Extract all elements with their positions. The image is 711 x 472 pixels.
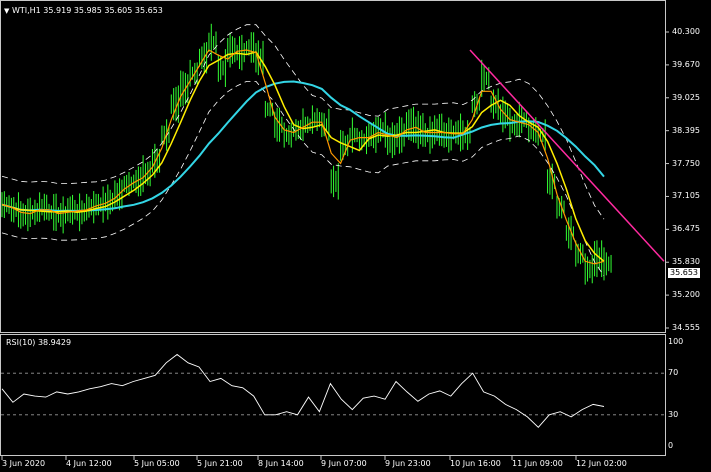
rsi-label: RSI(10) 38.9429 xyxy=(6,338,72,347)
price-tick-label: 35.200 xyxy=(672,290,700,300)
current-price-tag: 35.653 xyxy=(668,268,700,278)
rsi-tick-label: 0 xyxy=(668,441,674,450)
time-tick-label: 5 Jun 05:00 xyxy=(134,459,180,468)
time-tick-label: 8 Jun 14:00 xyxy=(258,459,304,468)
ma-slow-line xyxy=(1,80,605,212)
ohlc-label: 35.919 35.985 35.605 35.653 xyxy=(43,6,163,15)
time-tick-label: 11 Jun 09:00 xyxy=(512,459,563,468)
triangle-down-icon: ▼ xyxy=(4,7,10,15)
price-tick-label: 39.670 xyxy=(672,59,700,69)
rsi-tick-label: 30 xyxy=(668,409,679,419)
time-tick-label: 10 Jun 16:00 xyxy=(450,459,501,468)
time-tick-label: 12 Jun 02:00 xyxy=(576,459,627,468)
price-tick-label: 35.830 xyxy=(672,257,700,267)
time-tick-label: 9 Jun 07:00 xyxy=(321,459,367,468)
time-tick-label: 3 Jun 2020 xyxy=(2,459,46,468)
chart-header: ▼ WTI,H1 35.919 35.985 35.605 35.653 xyxy=(4,6,163,16)
price-tick-label: 40.300 xyxy=(672,27,700,36)
symbol-label: WTI,H1 xyxy=(11,6,41,15)
price-tick-label: 39.025 xyxy=(672,92,700,102)
price-tick-label: 37.750 xyxy=(672,158,700,168)
time-tick-label: 4 Jun 12:00 xyxy=(66,459,112,468)
price-tick-label: 38.395 xyxy=(672,125,700,135)
rsi-line xyxy=(1,353,605,428)
rsi-tick-label: 70 xyxy=(668,368,679,378)
price-tick-label: 36.475 xyxy=(672,224,700,234)
price-tick-label: 37.105 xyxy=(672,191,700,201)
rsi-tick-label: 100 xyxy=(668,337,684,346)
time-tick-label: 9 Jun 23:00 xyxy=(385,459,431,468)
price-chart-svg xyxy=(1,23,669,460)
time-tick-label: 5 Jun 21:00 xyxy=(197,459,243,468)
trendline xyxy=(469,49,665,262)
chart-window[interactable]: ▼ WTI,H1 35.919 35.985 35.605 35.653 RSI… xyxy=(0,0,711,472)
price-tick-label: 34.555 xyxy=(672,323,700,332)
